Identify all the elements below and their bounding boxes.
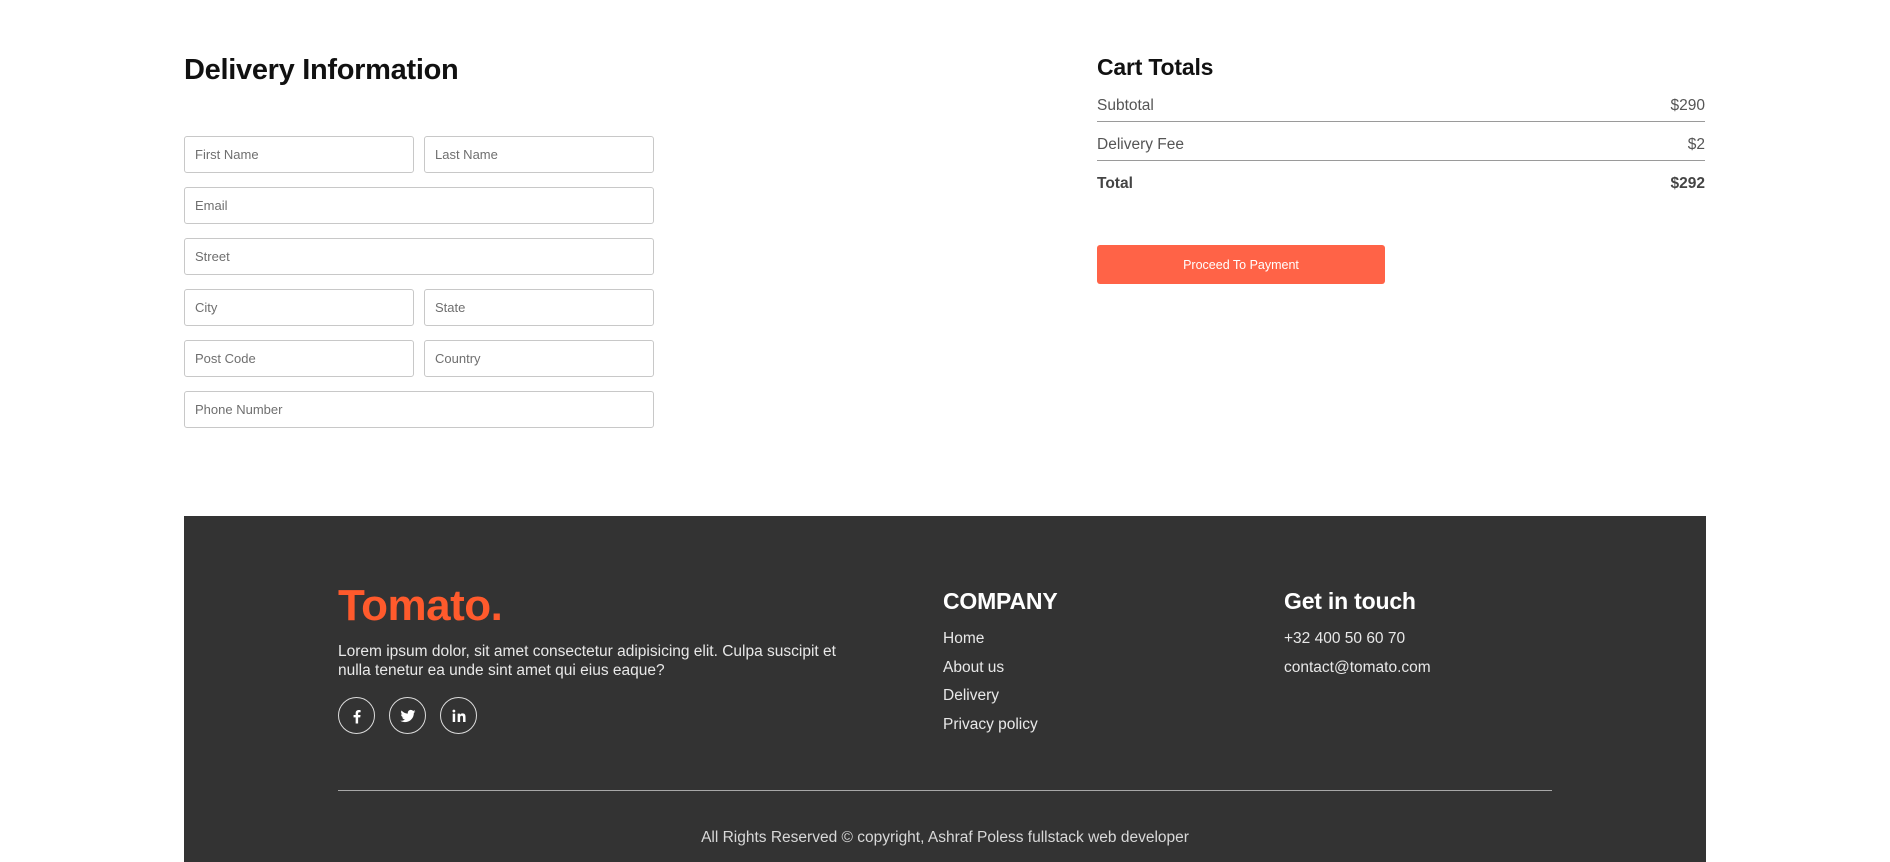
linkedin-icon[interactable]: [440, 697, 477, 734]
cart-totals-section: Cart Totals Subtotal $290 Delivery Fee $…: [1097, 54, 1705, 284]
totals-table: Subtotal $290 Delivery Fee $2 Total $292: [1097, 91, 1705, 199]
brand-description: Lorem ipsum dolor, sit amet consectetur …: [338, 643, 836, 679]
post-code-input[interactable]: [184, 340, 414, 377]
contact-title: Get in touch: [1284, 588, 1416, 614]
footer: Tomato. Lorem ipsum dolor, sit amet cons…: [184, 516, 1706, 862]
company-links: Home About us Delivery Privacy policy: [943, 630, 1057, 744]
total-value: $292: [1670, 175, 1705, 192]
phone-input[interactable]: [184, 391, 654, 428]
country-input[interactable]: [424, 340, 654, 377]
last-name-input[interactable]: [424, 136, 654, 173]
copyright-text: All Rights Reserved © copyright, Ashraf …: [701, 829, 1189, 846]
totals-divider: [1097, 160, 1705, 161]
footer-link-privacy[interactable]: Privacy policy: [943, 716, 1057, 745]
subtotal-value: $290: [1670, 97, 1705, 114]
footer-link-delivery[interactable]: Delivery: [943, 687, 1057, 716]
footer-divider: [338, 790, 1552, 791]
footer-content: Tomato. Lorem ipsum dolor, sit amet cons…: [338, 584, 1552, 734]
city-row: [184, 289, 654, 326]
contact-email[interactable]: contact@tomato.com: [1284, 659, 1431, 688]
street-input[interactable]: [184, 238, 654, 275]
footer-company-column: COMPANY Home About us Delivery Privacy p…: [943, 588, 1058, 744]
postcode-row: [184, 340, 654, 377]
subtotal-row: Subtotal $290: [1097, 91, 1705, 121]
contact-list: +32 400 50 60 70 contact@tomato.com: [1284, 630, 1431, 687]
name-row: [184, 136, 654, 173]
company-title: COMPANY: [943, 588, 1058, 614]
first-name-input[interactable]: [184, 136, 414, 173]
facebook-icon[interactable]: [338, 697, 375, 734]
delivery-fee-row: Delivery Fee $2: [1097, 130, 1705, 160]
delivery-title: Delivery Information: [184, 54, 459, 86]
total-row: Total $292: [1097, 169, 1705, 199]
city-input[interactable]: [184, 289, 414, 326]
delivery-form: [184, 136, 654, 428]
delivery-fee-value: $2: [1687, 136, 1705, 153]
total-label: Total: [1097, 175, 1133, 192]
delivery-section: Delivery Information: [184, 54, 654, 428]
twitter-icon[interactable]: [389, 697, 426, 734]
contact-phone[interactable]: +32 400 50 60 70: [1284, 630, 1431, 659]
email-input[interactable]: [184, 187, 654, 224]
delivery-fee-label: Delivery Fee: [1097, 136, 1184, 153]
proceed-to-payment-button[interactable]: Proceed To Payment: [1097, 245, 1385, 284]
cart-totals-title: Cart Totals: [1097, 54, 1214, 80]
totals-divider: [1097, 121, 1705, 122]
footer-contact-column: Get in touch +32 400 50 60 70 contact@to…: [1284, 588, 1431, 687]
footer-link-about[interactable]: About us: [943, 659, 1057, 688]
footer-link-home[interactable]: Home: [943, 630, 1057, 659]
subtotal-label: Subtotal: [1097, 97, 1154, 114]
state-input[interactable]: [424, 289, 654, 326]
